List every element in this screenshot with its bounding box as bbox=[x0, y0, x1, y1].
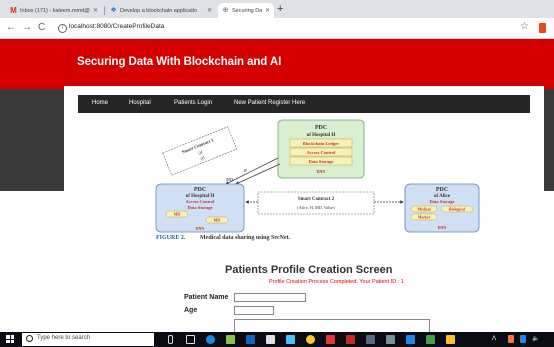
pdc-title: PDC bbox=[194, 187, 206, 193]
site-title: Securing Data With Blockchain and AI bbox=[77, 56, 282, 68]
search-icon bbox=[26, 335, 33, 342]
tray-people-icon[interactable]: ᐱ bbox=[492, 335, 496, 342]
page-viewport: Securing Data With Blockchain and AI Hom… bbox=[0, 39, 554, 332]
pdc-pill: MD bbox=[174, 212, 181, 217]
taskbar-search-placeholder[interactable]: Type here to search bbox=[37, 335, 90, 341]
tab-blockchain[interactable]: ❖ Develop a blockchain applicatio ✕ bbox=[106, 3, 216, 18]
close-tab-icon[interactable]: ✕ bbox=[207, 7, 212, 14]
chrome-icon[interactable] bbox=[306, 335, 315, 344]
figure-caption-text: Medical data sharing using SecNet. bbox=[200, 235, 291, 241]
app-icon[interactable] bbox=[446, 335, 455, 344]
nav-home[interactable]: Home bbox=[92, 100, 108, 106]
patient-name-label: Patient Name bbox=[184, 294, 229, 301]
back-arrow-icon[interactable]: ← bbox=[6, 21, 16, 35]
tab-title: Securing Data With Blockchain a bbox=[232, 7, 262, 14]
tray-app-icon[interactable] bbox=[508, 335, 514, 343]
nav-hospital[interactable]: Hospital bbox=[129, 100, 151, 106]
pdc-row: Access Control bbox=[307, 150, 337, 155]
app-icon[interactable] bbox=[346, 335, 355, 344]
tab-securing-data[interactable]: ⊕ Securing Data With Blockchain a ✕ bbox=[218, 3, 274, 18]
pdc-alice: PDC of Alice Data Storage Medical Biolog… bbox=[404, 183, 480, 233]
microphone-icon[interactable] bbox=[168, 335, 173, 344]
app-icon[interactable] bbox=[326, 335, 335, 344]
edge-browser-icon[interactable] bbox=[206, 335, 215, 344]
windows-taskbar: Type here to search ᐱ 🔈 bbox=[0, 332, 554, 347]
pdc-row: Data Storage bbox=[187, 205, 212, 210]
tab-title: Develop a blockchain applicatio bbox=[120, 7, 198, 14]
pdc-row: Data Storage bbox=[429, 199, 454, 204]
tab-gmail[interactable]: M Inbox (171) - kaleem.mmd@gm ✕ bbox=[6, 3, 102, 18]
arrow-label: MD bbox=[225, 177, 234, 182]
forward-arrow-icon[interactable]: → bbox=[22, 21, 32, 35]
arrow-label: R bbox=[243, 168, 247, 173]
pdc-pill: MD bbox=[214, 218, 221, 223]
pdc-title: PDC bbox=[436, 187, 448, 193]
gmail-icon: M bbox=[10, 6, 17, 15]
tab-title: Inbox (171) - kaleem.mmd@gm bbox=[20, 7, 90, 14]
app-icon[interactable] bbox=[286, 335, 295, 344]
app-icon[interactable] bbox=[386, 335, 395, 344]
address-textarea[interactable] bbox=[234, 319, 430, 332]
pdc-footer: DNN bbox=[438, 225, 447, 230]
volume-icon[interactable]: 🔈 bbox=[532, 335, 539, 342]
bookmark-star-icon[interactable]: ☆ bbox=[520, 21, 529, 32]
pdc-pill: Biological bbox=[449, 208, 465, 212]
smart-contract-2: Smart Contract 2 (Alice, H, MD, Value) bbox=[257, 191, 375, 215]
figure-caption-label: FIGURE 2. bbox=[156, 235, 186, 241]
contract-title: Smart Contract 2 bbox=[298, 197, 335, 202]
pdc-subtitle: of Hospital H bbox=[307, 133, 336, 138]
address-bar[interactable]: localhost:8080/CreateProfileData bbox=[69, 23, 164, 30]
app-icon[interactable] bbox=[246, 335, 255, 344]
blockchain-icon: ❖ bbox=[110, 7, 117, 14]
nav-patients-login[interactable]: Patients Login bbox=[174, 100, 212, 106]
pdc-pill: Market bbox=[418, 216, 431, 220]
pdc-row: Data Storage bbox=[308, 159, 333, 164]
tab-separator bbox=[104, 6, 105, 15]
browser-tab-bar: M Inbox (171) - kaleem.mmd@gm ✕ ❖ Develo… bbox=[0, 0, 554, 18]
reload-icon[interactable]: C bbox=[38, 21, 45, 35]
pdc-title: PDC bbox=[315, 125, 327, 131]
pdc-hospital-b: PDC of Hospital H Access Control Data St… bbox=[155, 183, 245, 233]
app-icon[interactable] bbox=[366, 335, 375, 344]
form-title: Patients Profile Creation Screen bbox=[225, 264, 393, 276]
patient-name-input[interactable] bbox=[234, 293, 306, 302]
main-navbar: Home Hospital Patients Login New Patient… bbox=[78, 95, 530, 113]
content-card: Home Hospital Patients Login New Patient… bbox=[64, 86, 544, 332]
task-view-icon[interactable] bbox=[186, 335, 195, 344]
smart-contract-1: Smart Contract 1 (H (H bbox=[162, 126, 238, 176]
age-label: Age bbox=[184, 307, 198, 314]
tray-app-icon[interactable] bbox=[520, 335, 526, 343]
age-input[interactable] bbox=[234, 306, 274, 315]
profile-avatar[interactable] bbox=[539, 23, 546, 33]
pdc-row: Blockchain Ledger bbox=[303, 141, 339, 146]
pdc-footer: DNN bbox=[317, 169, 326, 174]
pdc-hospital-a: PDC of Hospital H Blockchain Ledger Acce… bbox=[277, 119, 365, 179]
store-icon[interactable] bbox=[226, 335, 235, 344]
form-status-message: Profile Creation Process Completed. Your… bbox=[269, 279, 404, 285]
close-tab-icon[interactable]: ✕ bbox=[265, 7, 270, 14]
pdc-row: Access Control bbox=[186, 199, 216, 204]
nav-new-patient-register[interactable]: New Patient Register Here bbox=[234, 100, 305, 106]
app-icon[interactable] bbox=[426, 335, 435, 344]
app-icon[interactable] bbox=[266, 335, 275, 344]
medical-data-sharing-figure: PDC of Hospital H Blockchain Ledger Acce… bbox=[155, 119, 480, 241]
windows-start-icon[interactable] bbox=[6, 335, 14, 343]
globe-icon: ⊕ bbox=[222, 7, 229, 14]
pdc-pill: Medical bbox=[417, 208, 430, 212]
app-icon[interactable] bbox=[406, 335, 415, 344]
site-info-icon[interactable]: i bbox=[58, 24, 67, 33]
browser-toolbar: ← → C i localhost:8080/CreateProfileData… bbox=[0, 18, 554, 39]
pdc-footer: DNN bbox=[196, 226, 205, 231]
new-tab-button[interactable]: + bbox=[277, 3, 283, 16]
close-tab-icon[interactable]: ✕ bbox=[93, 7, 98, 14]
